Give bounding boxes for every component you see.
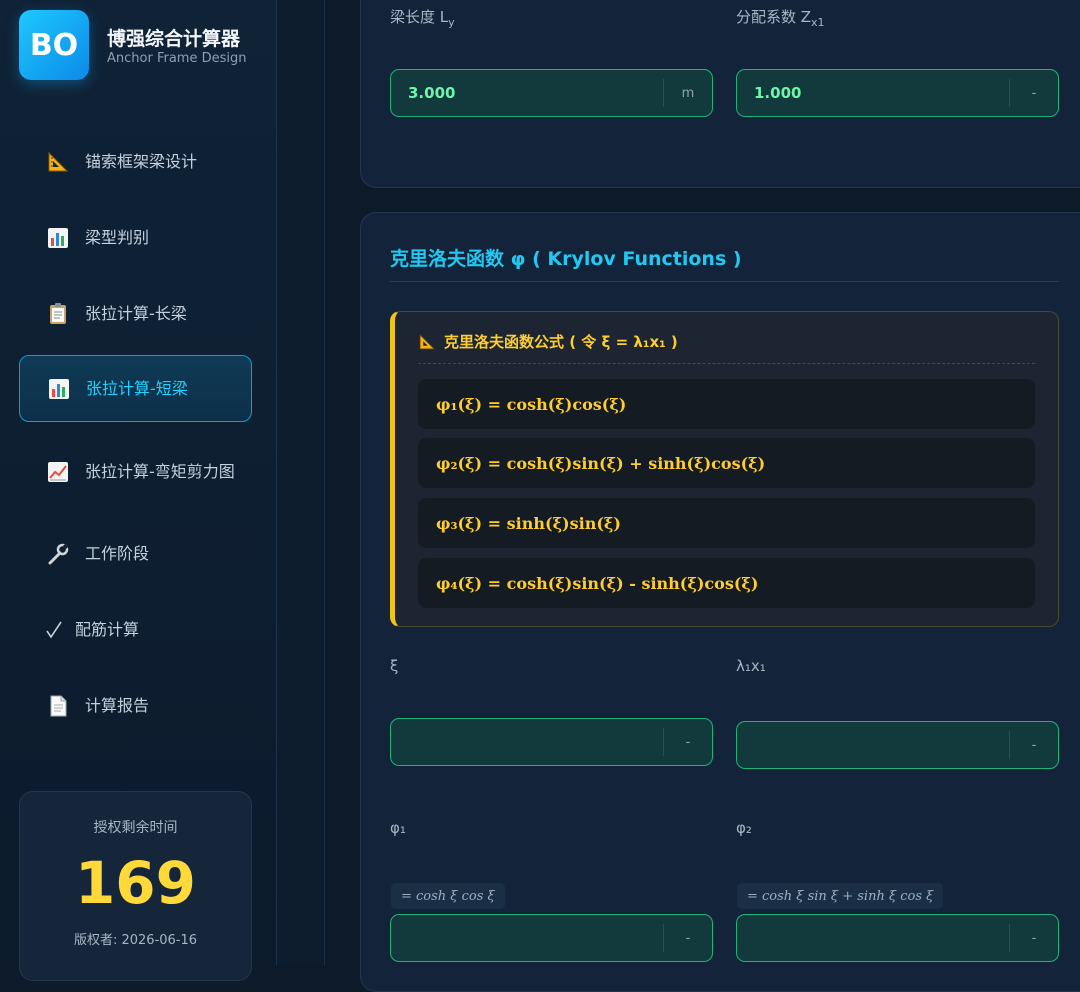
formula-phi3: φ₃(ξ) = sinh(ξ)sin(ξ) (418, 498, 1035, 548)
distribution-factor-input[interactable]: 1.000 - (736, 69, 1059, 117)
formula-phi4: φ₄(ξ) = cosh(ξ)sin(ξ) - sinh(ξ)cos(ξ) (418, 558, 1035, 608)
license-card: 授权剩余时间 169 版权者: 2026-06-16 (19, 791, 252, 981)
logo-text: BO (29, 27, 79, 63)
beam-length-label: 梁长度 Ly (390, 8, 455, 29)
line-chart-icon (45, 459, 71, 485)
sidebar-item-tension-moment-shear[interactable]: 张拉计算-弯矩剪力图 (19, 438, 252, 505)
formula-heading: 克里洛夫函数公式 ( 令 ξ = λ₁x₁ ) (418, 331, 678, 352)
sidebar-item-label: 张拉计算-长梁 (85, 303, 187, 323)
bar-chart-icon (46, 376, 72, 402)
app-logo: BO (19, 10, 89, 80)
sidebar-item-label: 张拉计算-弯矩剪力图 (85, 461, 235, 481)
sidebar-item-tension-long-beam[interactable]: 张拉计算-长梁 (19, 280, 252, 347)
phi2-label: φ₂ (736, 819, 752, 837)
license-label: 授权剩余时间 (93, 820, 178, 836)
xi-unit: - (663, 728, 712, 756)
xi-input[interactable]: - (390, 718, 713, 766)
triangle-ruler-icon (45, 149, 71, 175)
clipboard-icon (45, 301, 71, 327)
phi2-unit: - (1009, 924, 1058, 952)
license-days-remaining: 169 (74, 849, 197, 917)
phi2-formula-hint: = cosh ξ sin ξ + sinh ξ cos ξ (737, 883, 944, 909)
formula-phi2: φ₂(ξ) = cosh(ξ)sin(ξ) + sinh(ξ)cos(ξ) (418, 438, 1035, 488)
lambda-x-input[interactable]: - (736, 721, 1059, 769)
wrench-icon (45, 541, 71, 567)
phi2-input[interactable]: - (736, 914, 1059, 962)
xi-label: ξ (390, 657, 399, 675)
sidebar-gutter (277, 0, 325, 965)
phi1-formula-hint: = cosh ξ cos ξ (391, 883, 505, 909)
sidebar-item-label: 张拉计算-短梁 (86, 378, 188, 398)
sidebar-item-working-stage[interactable]: 工作阶段 (19, 520, 252, 587)
distribution-factor-unit: - (1009, 79, 1058, 107)
sidebar-item-anchor-frame-design[interactable]: 锚索框架梁设计 (19, 128, 252, 195)
phi1-input[interactable]: - (390, 914, 713, 962)
sidebar-item-beam-type[interactable]: 梁型判别 (19, 204, 252, 271)
sidebar-item-label: 工作阶段 (85, 543, 150, 563)
krylov-section-title: 克里洛夫函数 φ ( Krylov Functions ) (390, 248, 742, 270)
app-title: 博强综合计算器 (107, 28, 241, 50)
document-icon (45, 693, 71, 719)
sidebar-item-label: 计算报告 (85, 695, 150, 715)
triangle-ruler-icon (418, 333, 436, 351)
sidebar-item-label: 配筋计算 (75, 619, 140, 639)
sidebar-item-label: 锚索框架梁设计 (85, 151, 198, 171)
bar-chart-icon (45, 225, 71, 251)
formula-phi1: φ₁(ξ) = cosh(ξ)cos(ξ) (418, 379, 1035, 429)
section-divider (390, 281, 1059, 282)
phi1-unit: - (663, 924, 712, 952)
formula-divider (418, 363, 1035, 364)
beam-length-input[interactable]: 3.000 m (390, 69, 713, 117)
distribution-factor-value[interactable]: 1.000 (737, 84, 1009, 102)
sidebar-item-report[interactable]: 计算报告 (19, 672, 252, 739)
sidebar-item-label: 梁型判别 (85, 227, 150, 247)
lambda-x-label: λ₁x₁ (736, 657, 766, 675)
sidebar-item-reinforcement[interactable]: 配筋计算 (19, 596, 252, 663)
sidebar-item-tension-short-beam[interactable]: 张拉计算-短梁 (19, 355, 252, 422)
app-subtitle: Anchor Frame Design (107, 51, 247, 66)
check-icon (45, 617, 63, 643)
license-copyright: 版权者: 2026-06-16 (73, 933, 198, 948)
lambda-x-unit: - (1009, 731, 1058, 759)
phi1-label: φ₁ (390, 819, 406, 837)
sidebar: BO 博强综合计算器 Anchor Frame Design 锚索框架梁设计 梁… (0, 0, 277, 981)
beam-length-value[interactable]: 3.000 (391, 84, 663, 102)
beam-length-unit: m (663, 79, 712, 107)
distribution-factor-label: 分配系数 Zx1 (736, 8, 825, 29)
